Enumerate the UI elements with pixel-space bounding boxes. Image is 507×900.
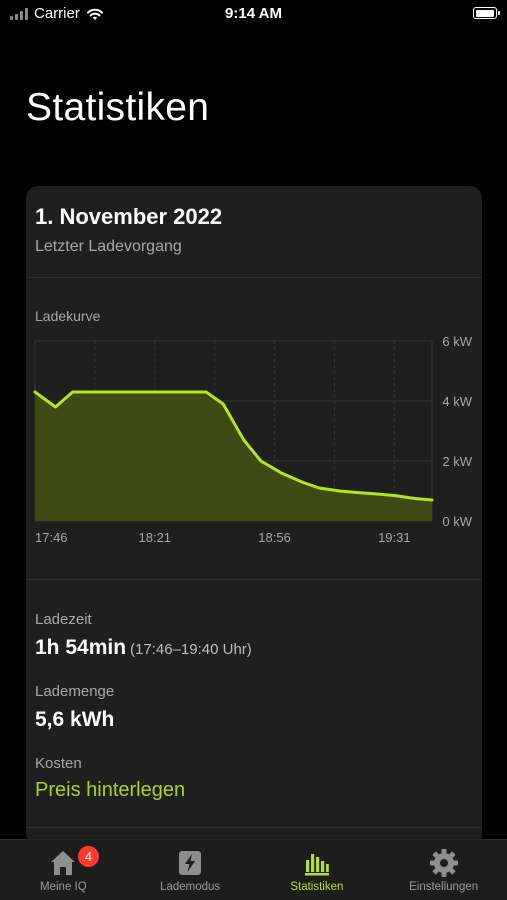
y-tick-label: 4 kW <box>442 394 472 409</box>
bolt-icon <box>179 851 202 875</box>
ladezeit-range: (17:46–19:40 Uhr) <box>130 641 252 658</box>
x-tick-label: 17:46 <box>35 530 68 545</box>
divider <box>26 579 482 580</box>
bar-chart-icon <box>304 854 329 876</box>
data-point <box>260 460 262 462</box>
x-tick-label: 18:56 <box>258 530 291 545</box>
data-point <box>205 391 207 393</box>
ladezeit-value: 1h 54min (17:46–19:40 Uhr) <box>35 636 252 660</box>
data-point <box>55 406 56 408</box>
data-point <box>376 493 378 495</box>
home-icon <box>51 851 76 875</box>
data-point <box>339 490 341 492</box>
notification-badge: 4 <box>78 846 99 867</box>
data-point <box>301 481 303 483</box>
data-point <box>243 439 245 441</box>
data-point <box>393 495 395 496</box>
page-title: Statistiken <box>26 86 210 129</box>
set-price-link[interactable]: Preis hinterlegen <box>35 779 185 802</box>
tab-meine-iq[interactable]: 4 Meine IQ <box>0 840 127 900</box>
battery-icon <box>473 7 500 19</box>
data-point <box>72 391 74 393</box>
tab-label: Einstellungen <box>409 881 479 893</box>
tab-einstellungen[interactable]: Einstellungen <box>380 840 507 900</box>
kosten-label: Kosten <box>35 755 82 772</box>
data-point <box>222 403 224 405</box>
data-point <box>356 492 358 493</box>
tab-statistiken[interactable]: Statistiken <box>254 840 381 900</box>
area-fill <box>35 392 432 521</box>
tab-bar: 4 Meine IQ Lademodus Statistiken Einstel… <box>0 839 507 900</box>
lademenge-value: 5,6 kWh <box>35 708 115 731</box>
last-charge-card: 1. November 2022 Letzter Ladevorgang Lad… <box>26 186 482 846</box>
lademenge-label: Lademenge <box>35 683 115 700</box>
y-tick-label: 6 kW <box>442 336 472 349</box>
tab-label: Lademodus <box>160 881 221 893</box>
data-point <box>34 391 36 393</box>
battery-fill <box>475 9 494 17</box>
y-tick-label: 0 kW <box>442 514 472 529</box>
x-tick-label: 19:31 <box>378 530 411 545</box>
card-date: 1. November 2022 <box>35 204 223 229</box>
tab-label: Meine IQ <box>40 881 87 893</box>
tab-lademodus[interactable]: Lademodus <box>127 840 254 900</box>
divider <box>26 827 482 828</box>
data-point <box>280 472 282 474</box>
ladezeit-label: Ladezeit <box>35 611 92 628</box>
x-tick-label: 18:21 <box>139 530 172 545</box>
data-point <box>414 498 416 499</box>
data-point <box>130 391 132 393</box>
status-time: 9:14 AM <box>225 5 282 22</box>
card-subtitle: Letzter Ladevorgang <box>35 238 182 255</box>
chart-section-label: Ladekurve <box>35 308 101 324</box>
y-tick-label: 2 kW <box>442 454 472 469</box>
data-point <box>168 391 169 393</box>
ladezeit-duration: 1h 54min <box>35 636 127 659</box>
data-point <box>92 391 94 393</box>
charging-curve-chart: 6 kW 4 kW 2 kW 0 kW 17:46 18:21 18:56 19:31 <box>33 336 473 545</box>
data-point <box>431 499 433 501</box>
tab-label: Statistiken <box>290 881 344 893</box>
status-bar: Carrier 9:14 AM <box>0 0 507 30</box>
data-point <box>318 487 320 489</box>
divider <box>26 277 482 278</box>
gear-icon <box>429 849 458 877</box>
